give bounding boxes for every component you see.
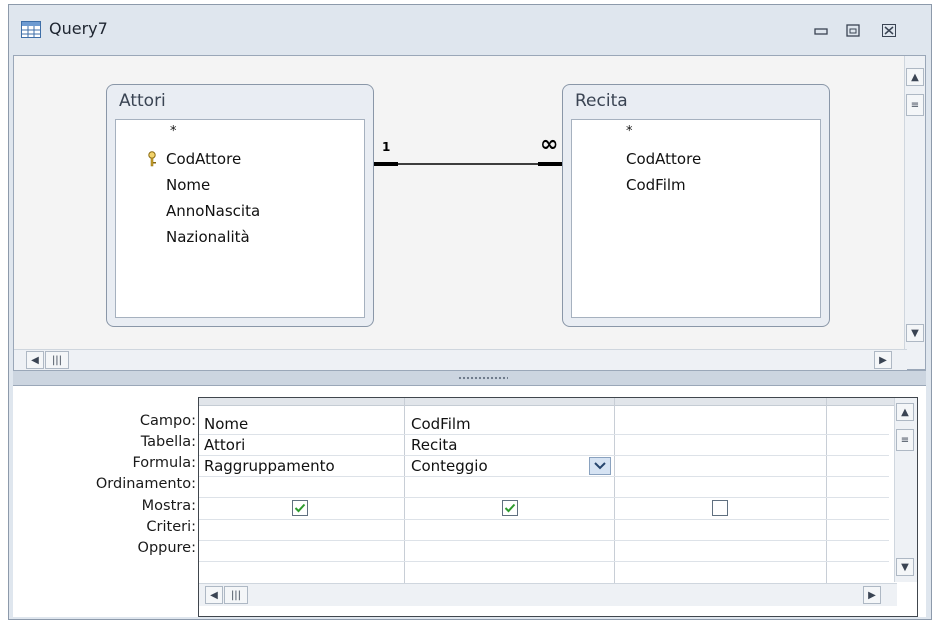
arrow-up-icon: ▲ <box>911 71 919 83</box>
show-checkbox-3[interactable] <box>712 500 728 516</box>
minimize-button[interactable] <box>809 19 833 41</box>
total-dropdown-button[interactable] <box>589 457 611 475</box>
splitter-grip-icon <box>458 376 508 380</box>
scroll-right-button[interactable]: ▶ <box>863 586 881 604</box>
field-list-recita[interactable]: * CodAttore CodFilm <box>571 119 821 318</box>
scroll-up-button[interactable]: ▲ <box>896 403 914 421</box>
scroll-down-button[interactable]: ▼ <box>906 324 924 342</box>
query-window: Query7 Attori * CodAttore Nome AnnoNasci… <box>8 4 932 620</box>
table-design-pane[interactable]: Attori * CodAttore Nome AnnoNascita Nazi… <box>13 55 926 370</box>
grid-cell-table-1[interactable]: Attori <box>204 436 245 454</box>
arrow-down-icon: ▼ <box>901 561 909 573</box>
scroll-right-button[interactable]: ▶ <box>874 351 892 369</box>
row-label-tabella: Tabella: <box>140 434 196 450</box>
arrow-down-icon: ▼ <box>911 327 919 339</box>
scroll-thumb[interactable]: ||| <box>45 351 69 369</box>
grip-icon: ≡ <box>900 434 910 446</box>
arrow-left-icon: ◀ <box>210 589 218 601</box>
scroll-thumb[interactable]: ≡ <box>896 429 914 451</box>
grid-horizontal-scrollbar[interactable]: ◀ ||| ▶ <box>199 583 897 606</box>
scroll-thumb[interactable]: ≡ <box>906 94 924 116</box>
check-icon <box>294 503 306 513</box>
restore-icon <box>846 23 860 37</box>
arrow-left-icon: ◀ <box>31 354 39 366</box>
grid-cell-total-2[interactable]: Conteggio <box>411 457 488 475</box>
design-grid-pane: Campo: Tabella: Formula: Ordinamento: Mo… <box>13 386 926 617</box>
top-vertical-scrollbar[interactable]: ▲ ≡ ▼ <box>904 56 925 369</box>
arrow-up-icon: ▲ <box>901 406 909 418</box>
minimize-icon <box>814 28 828 35</box>
window-title: Query7 <box>49 19 108 38</box>
check-icon <box>504 503 516 513</box>
grip-icon: ||| <box>51 354 63 366</box>
arrow-right-icon: ▶ <box>868 589 876 601</box>
grip-icon: ≡ <box>910 99 920 111</box>
scroll-left-button[interactable]: ◀ <box>205 586 223 604</box>
row-label-formula: Formula: <box>132 455 196 471</box>
grid-cell-total-1[interactable]: Raggruppamento <box>204 457 335 475</box>
query-design-grid[interactable]: Nome Attori Raggruppamento CodFilm Recit… <box>198 397 918 617</box>
show-checkbox-1[interactable] <box>292 500 308 516</box>
grid-cell-field-1[interactable]: Nome <box>204 415 248 433</box>
row-label-ordinamento: Ordinamento: <box>95 476 196 492</box>
scroll-up-button[interactable]: ▲ <box>906 68 924 86</box>
row-label-oppure: Oppure: <box>137 540 196 556</box>
grip-icon: ||| <box>230 589 242 601</box>
row-label-campo: Campo: <box>139 413 196 429</box>
arrow-right-icon: ▶ <box>879 354 887 366</box>
table-title-recita: Recita <box>575 91 628 111</box>
pane-splitter[interactable] <box>13 370 926 386</box>
top-horizontal-scrollbar[interactable]: ◀ ||| ▶ <box>14 349 907 370</box>
chevron-down-icon <box>594 462 606 470</box>
table-box-recita[interactable]: Recita * CodAttore CodFilm <box>562 84 830 327</box>
row-label-mostra: Mostra: <box>141 498 196 514</box>
scroll-thumb[interactable]: ||| <box>224 586 248 604</box>
relationship-one-label: 1 <box>382 140 391 154</box>
show-checkbox-2[interactable] <box>502 500 518 516</box>
grid-cell-table-2[interactable]: Recita <box>411 436 457 454</box>
grid-cell-field-2[interactable]: CodFilm <box>411 415 471 433</box>
scroll-down-button[interactable]: ▼ <box>896 558 914 576</box>
column-selector-bar[interactable] <box>199 398 917 406</box>
relationship-many-label: ∞ <box>540 132 559 157</box>
grid-vertical-scrollbar[interactable]: ▲ ≡ ▼ <box>894 398 917 582</box>
field-codattore[interactable]: CodAttore <box>626 150 701 168</box>
row-label-criteri: Criteri: <box>146 519 196 535</box>
restore-button[interactable] <box>841 19 865 41</box>
field-codfilm[interactable]: CodFilm <box>626 176 686 194</box>
query-icon <box>21 21 41 38</box>
title-bar[interactable]: Query7 <box>9 5 931 55</box>
field-all[interactable]: * <box>626 124 633 139</box>
close-button[interactable] <box>877 19 901 41</box>
scroll-left-button[interactable]: ◀ <box>26 351 44 369</box>
close-icon <box>882 23 896 37</box>
